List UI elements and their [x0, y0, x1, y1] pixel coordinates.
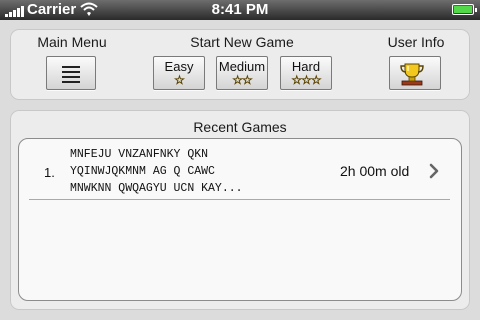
- main-menu-label: Main Menu: [37, 34, 107, 50]
- row-divider: [29, 199, 450, 200]
- star-icon: ☆☆: [232, 73, 253, 88]
- start-new-game-label: Start New Game: [190, 34, 294, 50]
- trophy-icon: [400, 63, 424, 86]
- puzzle-line: MNWKNN QWQAGYU UCN KAY...: [70, 182, 243, 195]
- hard-game-button[interactable]: Hard ☆☆☆: [280, 56, 332, 90]
- status-time: 8:41 PM: [211, 1, 269, 18]
- menu-lines-icon: [62, 66, 80, 86]
- status-bar: Carrier 8:41 PM: [0, 0, 480, 20]
- user-info-label: User Info: [387, 34, 445, 50]
- battery-icon: [452, 4, 477, 15]
- star-icon: ☆: [174, 73, 185, 88]
- recent-games-title: Recent Games: [193, 119, 287, 135]
- game-age: 2h 00m old: [340, 163, 410, 179]
- medium-label: Medium: [218, 59, 266, 74]
- hard-label: Hard: [291, 59, 321, 74]
- recent-games-list: 1. MNFEJU VNZANFNKY QKN YQINWJQKMNM AG Q …: [18, 138, 462, 301]
- game-index: 1.: [44, 165, 55, 180]
- user-info-button[interactable]: [389, 56, 441, 90]
- puzzle-line: YQINWJQKMNM AG Q CAWC: [70, 165, 215, 178]
- puzzle-line: MNFEJU VNZANFNKY QKN: [70, 148, 209, 161]
- easy-label: Easy: [164, 59, 194, 74]
- list-item[interactable]: 1. MNFEJU VNZANFNKY QKN YQINWJQKMNM AG Q …: [19, 139, 461, 199]
- chevron-right-icon: [429, 163, 439, 179]
- easy-game-button[interactable]: Easy ☆: [153, 56, 205, 90]
- star-icon: ☆☆☆: [291, 73, 322, 88]
- medium-game-button[interactable]: Medium ☆☆: [216, 56, 268, 90]
- puzzle-preview: MNFEJU VNZANFNKY QKN YQINWJQKMNM AG Q CAW…: [70, 146, 243, 197]
- main-menu-button[interactable]: [46, 56, 96, 90]
